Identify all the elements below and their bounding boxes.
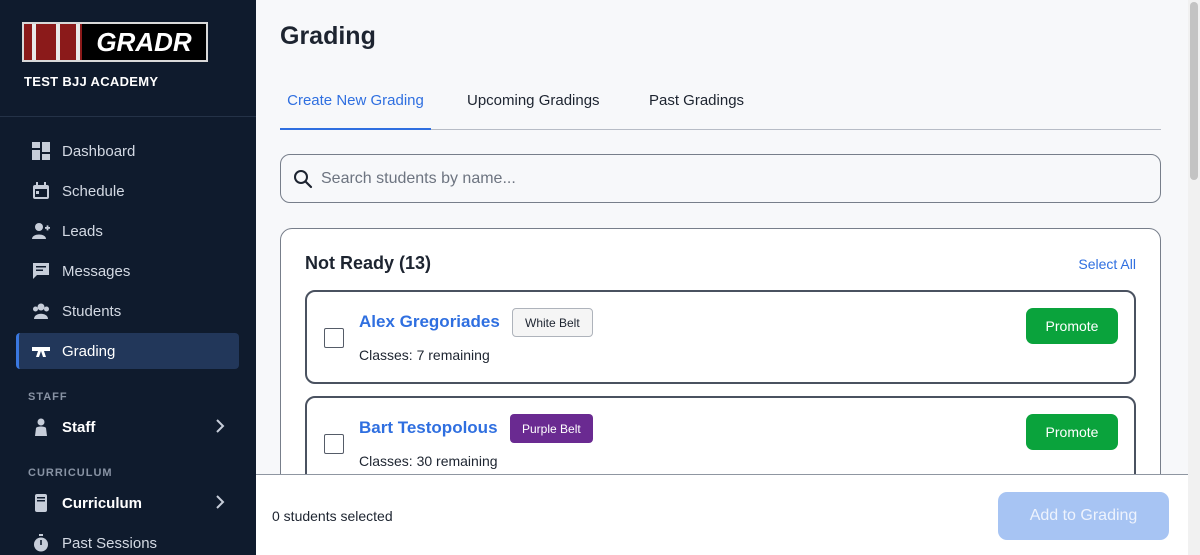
student-checkbox[interactable] [324, 328, 344, 348]
tab-create-new-grading[interactable]: Create New Grading [280, 82, 431, 130]
sidebar-item-label: Curriculum [62, 494, 143, 512]
sidebar-item-label: Leads [62, 222, 103, 240]
logo-stripes [24, 24, 82, 60]
main-content: Grading Create New Grading Upcoming Grad… [256, 0, 1188, 555]
sidebar-item-label: Schedule [62, 182, 125, 200]
sidebar-item-label: Past Sessions [62, 534, 158, 552]
sidebar: GRADR TEST BJJ ACADEMY Dashboard Schedul… [0, 0, 256, 555]
student-name[interactable]: Alex Gregoriades [359, 312, 500, 332]
panel-title: Not Ready (13) [305, 253, 432, 273]
chevron-right-icon [215, 419, 225, 437]
classes-remaining: Classes: 30 remaining [359, 453, 498, 469]
section-label-staff: STAFF [28, 391, 68, 403]
sidebar-item-staff[interactable]: Staff [16, 409, 239, 445]
page-scrollbar[interactable] [1188, 0, 1200, 555]
student-card: Alex Gregoriades White Belt Classes: 7 r… [305, 290, 1136, 384]
students-icon [32, 302, 50, 320]
search-input[interactable] [321, 169, 1141, 188]
sidebar-item-leads[interactable]: Leads [16, 213, 239, 249]
belt-badge: Purple Belt [510, 414, 593, 443]
classes-remaining: Classes: 7 remaining [359, 347, 490, 363]
tab-upcoming-gradings[interactable]: Upcoming Gradings [463, 82, 604, 129]
dashboard-icon [32, 142, 50, 160]
sidebar-item-messages[interactable]: Messages [16, 253, 239, 289]
promote-button[interactable]: Promote [1026, 414, 1118, 450]
grading-tabs: Create New Grading Upcoming Gradings Pas… [280, 82, 1161, 130]
student-checkbox[interactable] [324, 434, 344, 454]
tab-past-gradings[interactable]: Past Gradings [645, 82, 748, 129]
academy-name: TEST BJJ ACADEMY [24, 74, 159, 89]
add-to-grading-button[interactable]: Add to Grading [998, 492, 1169, 540]
logo-text: GRADR [96, 26, 192, 57]
add-user-icon [32, 222, 50, 240]
sidebar-item-curriculum[interactable]: Curriculum [16, 485, 239, 521]
scrollbar-thumb[interactable] [1190, 2, 1198, 180]
sidebar-item-schedule[interactable]: Schedule [16, 173, 239, 209]
selected-count: 0 students selected [272, 508, 393, 524]
student-name[interactable]: Bart Testopolous [359, 418, 498, 438]
stopwatch-icon [32, 534, 50, 552]
message-icon [32, 262, 50, 280]
sidebar-item-label: Staff [62, 418, 96, 436]
sidebar-item-label: Grading [62, 342, 116, 360]
gradr-logo[interactable]: GRADR [22, 22, 208, 62]
sidebar-item-label: Messages [62, 262, 131, 280]
search-icon [293, 169, 313, 189]
sidebar-item-label: Students [62, 302, 122, 320]
person-icon [32, 418, 50, 436]
sidebar-item-label: Dashboard [62, 142, 136, 160]
belt-icon [32, 342, 50, 360]
sidebar-divider [0, 116, 256, 117]
select-all-link[interactable]: Select All [1078, 256, 1136, 272]
sidebar-item-past-sessions[interactable]: Past Sessions [16, 525, 239, 555]
promote-button[interactable]: Promote [1026, 308, 1118, 344]
sidebar-item-grading[interactable]: Grading [16, 333, 239, 369]
page-title: Grading [280, 22, 376, 50]
chevron-right-icon [215, 495, 225, 513]
section-label-curriculum: CURRICULUM [28, 467, 113, 479]
book-icon [32, 494, 50, 512]
search-bar [280, 154, 1161, 203]
sidebar-item-dashboard[interactable]: Dashboard [16, 133, 239, 169]
calendar-icon [32, 182, 50, 200]
sidebar-item-students[interactable]: Students [16, 293, 239, 329]
belt-badge: White Belt [512, 308, 593, 337]
selection-footer: 0 students selected Add to Grading [256, 474, 1188, 555]
